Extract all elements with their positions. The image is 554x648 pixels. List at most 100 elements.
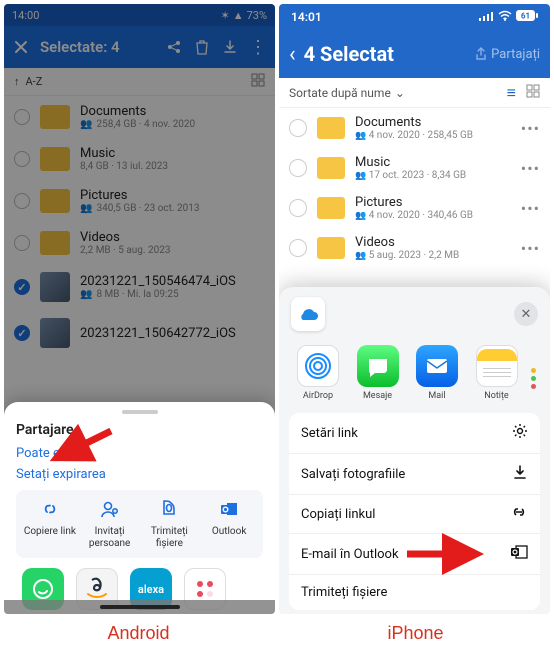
sort-label: Sortate după nume xyxy=(289,86,391,100)
menu-eoutlook[interactable]: E-mail în Outlook xyxy=(289,534,540,575)
select-circle[interactable] xyxy=(14,193,30,209)
share-icon[interactable] xyxy=(165,38,183,56)
list-item[interactable]: Pictures👥 4 nov. 2020 · 340,46 GB ••• xyxy=(279,188,550,228)
select-circle[interactable] xyxy=(14,279,30,295)
app-mesaje[interactable]: Mesaje xyxy=(353,345,403,401)
file-meta: 👥 5 aug. 2023 · 2,2 MB xyxy=(355,250,511,261)
select-circle[interactable] xyxy=(14,235,30,251)
download-icon[interactable] xyxy=(221,38,239,56)
list-item[interactable]: Pictures👥340,5 GB · 23 oct. 2013 xyxy=(4,180,275,222)
android-top-bar: Selectate: 4 ⋮ xyxy=(4,26,275,68)
folder-icon xyxy=(317,157,345,179)
sheet-title: Partajare xyxy=(16,422,263,438)
permission-link[interactable]: Poate edita ▾ xyxy=(16,446,263,461)
sort-bar[interactable]: Sortate după nume ⌄ ≡ xyxy=(279,78,550,108)
folder-icon xyxy=(317,197,345,219)
file-meta: 👥 17 oct. 2023 · 8,34 GB xyxy=(355,170,511,181)
status-time: 14:00 xyxy=(12,9,39,22)
send-icon xyxy=(158,498,180,520)
menu-label: Salvați fotografiile xyxy=(301,467,405,482)
more-icon[interactable]: ••• xyxy=(521,119,540,138)
list-item[interactable]: Documents👥258,4 GB · 4 nov. 2020 xyxy=(4,96,275,138)
select-circle[interactable] xyxy=(289,239,307,257)
signal-icon xyxy=(479,10,494,24)
file-name: Pictures xyxy=(355,195,511,210)
battery-label: 73% xyxy=(247,9,267,22)
selection-title: Selectate: 4 xyxy=(40,38,155,56)
menu-save[interactable]: Salvați fotografiile xyxy=(289,454,540,495)
grab-handle[interactable] xyxy=(122,410,158,414)
menu-settings[interactable]: Setări link xyxy=(289,413,540,454)
more-icon[interactable]: ••• xyxy=(521,199,540,218)
file-list: Documents👥258,4 GB · 4 nov. 2020Music8,4… xyxy=(4,96,275,356)
menu-label: Setări link xyxy=(301,426,358,441)
list-item[interactable]: Videos👥 5 aug. 2023 · 2,2 MB ••• xyxy=(279,228,550,268)
share-button[interactable]: Partajați xyxy=(475,47,540,62)
sort-bar[interactable]: ↑ A-Z xyxy=(4,68,275,96)
expiry-link[interactable]: Setați expirarea xyxy=(16,467,263,482)
app-mail[interactable]: Mail xyxy=(412,345,462,401)
action-invite[interactable]: Invitați persoane xyxy=(80,498,140,550)
iphone-top-bar: ‹ 4 Selectat Partajați xyxy=(279,30,550,78)
action-send[interactable]: Trimiteți fișiere xyxy=(140,498,200,550)
more-icon[interactable]: ••• xyxy=(521,239,540,258)
sort-asc-icon: ↑ xyxy=(14,75,20,88)
file-name: 20231221_150642772_iOS xyxy=(80,326,265,341)
folder-icon xyxy=(40,147,70,171)
file-meta: 8,4 GB · 13 iul. 2023 xyxy=(80,161,265,172)
notite-icon xyxy=(476,345,518,387)
delete-icon[interactable] xyxy=(193,38,211,56)
android-caption: Android xyxy=(0,623,277,644)
more-apps-icon[interactable] xyxy=(531,345,536,401)
list-item[interactable]: Music8,4 GB · 13 iul. 2023 xyxy=(4,138,275,180)
select-circle[interactable] xyxy=(14,151,30,167)
menu-send[interactable]: Trimiteți fișiere xyxy=(289,575,540,610)
list-item[interactable]: Documents👥 4 nov. 2020 · 258,45 GB ••• xyxy=(279,108,550,148)
close-button[interactable]: ✕ xyxy=(514,302,538,326)
shared-icon: 👥 xyxy=(80,119,92,130)
action-label: Invitați persoane xyxy=(80,526,140,550)
grid-view-icon[interactable] xyxy=(526,83,540,102)
action-label: Outlook xyxy=(212,526,247,538)
back-icon[interactable]: ‹ xyxy=(289,42,296,67)
list-item[interactable]: 20231221_150546474_iOS👥8 MB · Mi. la 09:… xyxy=(4,264,275,310)
select-circle[interactable] xyxy=(289,159,307,177)
file-name: Documents xyxy=(355,115,511,130)
select-circle[interactable] xyxy=(14,109,30,125)
list-item[interactable]: 20231221_150642772_iOS xyxy=(4,310,275,356)
grid-view-icon[interactable] xyxy=(251,73,265,90)
file-meta: 👥258,4 GB · 4 nov. 2020 xyxy=(80,119,265,130)
home-indicator[interactable] xyxy=(100,605,180,609)
select-circle[interactable] xyxy=(289,199,307,217)
iphone-caption: iPhone xyxy=(277,623,554,644)
more-icon[interactable]: ••• xyxy=(521,159,540,178)
close-icon[interactable] xyxy=(12,38,30,56)
menu-copy[interactable]: Copiați linkul xyxy=(289,495,540,534)
copy-icon xyxy=(39,498,61,520)
action-label: Trimiteți fișiere xyxy=(140,526,200,550)
share-sheet: Partajare Poate edita ▾ Setați expirarea… xyxy=(4,402,275,614)
wifi-icon: ▲ xyxy=(233,9,244,22)
share-sheet: ✕ AirDrop Mesaje MailNotițe Setări link Sal… xyxy=(279,287,550,614)
select-circle[interactable] xyxy=(289,119,307,137)
menu-label: E-mail în Outlook xyxy=(301,547,399,562)
app-airdrop[interactable]: AirDrop xyxy=(293,345,343,401)
folder-icon xyxy=(40,189,70,213)
list-view-icon[interactable]: ≡ xyxy=(507,83,516,103)
onedrive-icon xyxy=(291,297,325,331)
file-meta: 👥 4 nov. 2020 · 340,46 GB xyxy=(355,210,511,221)
action-copy[interactable]: Copiere link xyxy=(20,498,80,550)
image-thumbnail xyxy=(40,272,70,302)
select-circle[interactable] xyxy=(14,325,30,341)
file-name: Videos xyxy=(355,235,511,250)
file-meta: 👥 4 nov. 2020 · 258,45 GB xyxy=(355,130,511,141)
action-menu: Setări link Salvați fotografiile Copiați l… xyxy=(289,413,540,610)
file-meta: 👥8 MB · Mi. la 09:25 xyxy=(80,289,265,300)
list-item[interactable]: Videos2,2 MB · 5 aug. 2023 xyxy=(4,222,275,264)
list-item[interactable]: Music👥 17 oct. 2023 · 8,34 GB••• xyxy=(279,148,550,188)
airdrop-icon xyxy=(297,345,339,387)
app-label: Mesaje xyxy=(363,391,392,401)
app-notite[interactable]: Notițe xyxy=(472,345,522,401)
action-outlook[interactable]: Outlook xyxy=(199,498,259,550)
overflow-icon[interactable]: ⋮ xyxy=(249,38,267,56)
